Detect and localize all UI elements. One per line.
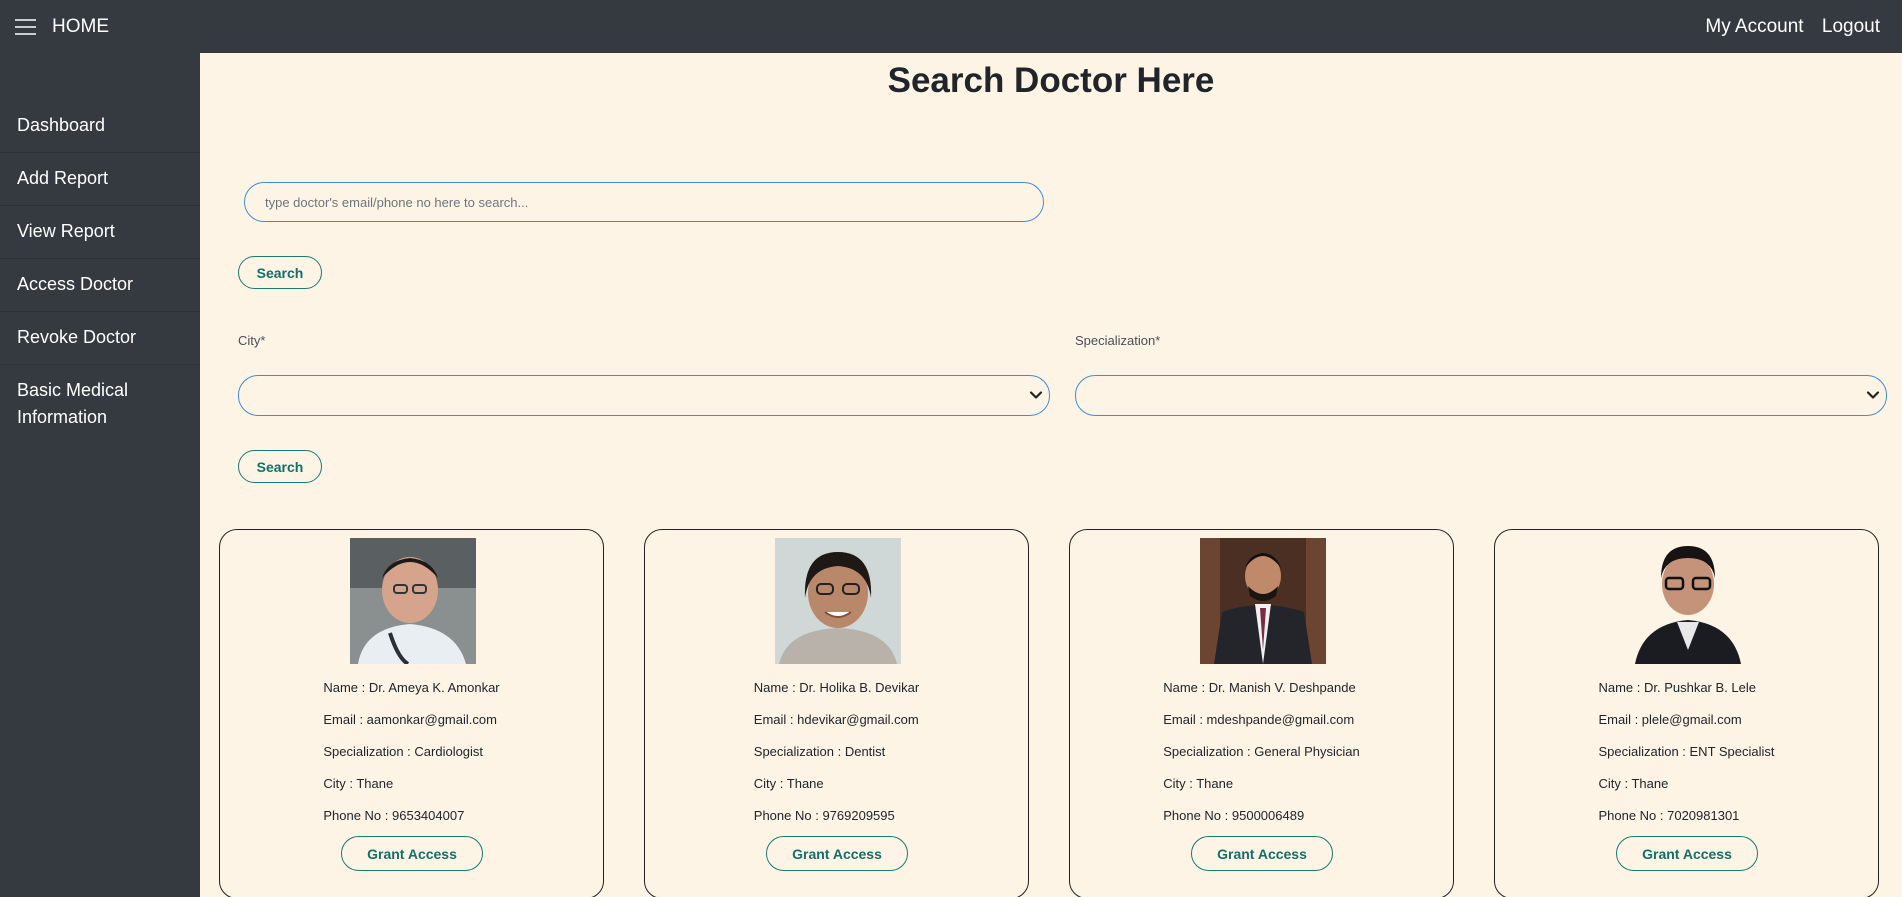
doctor-photo <box>775 538 901 664</box>
doctor-city: City : Thane <box>1163 776 1234 791</box>
doctor-email: Email : plele@gmail.com <box>1598 712 1742 727</box>
sidebar-item-basic-medical-information[interactable]: Basic Medical Information <box>0 365 200 444</box>
doctor-name: Name : Dr. Manish V. Deshpande <box>1163 680 1356 695</box>
doctor-phone: Phone No : 9653404007 <box>323 808 465 823</box>
doctor-card: Name : Dr. Pushkar B. Lele Email : plele… <box>1494 529 1879 897</box>
specialization-select[interactable] <box>1075 375 1887 416</box>
specialization-label: Specialization* <box>1075 333 1161 348</box>
doctor-search-input[interactable] <box>244 182 1044 222</box>
doctor-email: Email : mdeshpande@gmail.com <box>1163 712 1355 727</box>
doctor-card: Name : Dr. Manish V. Deshpande Email : m… <box>1069 529 1454 897</box>
chevron-down-icon <box>1866 388 1880 407</box>
doctor-name: Name : Dr. Holika B. Devikar <box>753 680 920 695</box>
main-content: Search Doctor Here Search City* Speciali… <box>200 53 1902 897</box>
sidebar-item-add-report[interactable]: Add Report <box>0 153 200 206</box>
doctor-specialization: Specialization : ENT Specialist <box>1598 744 1775 759</box>
chevron-down-icon <box>1029 388 1043 407</box>
grant-access-button[interactable]: Grant Access <box>1191 836 1333 871</box>
doctor-city: City : Thane <box>1598 776 1669 791</box>
doctor-city: City : Thane <box>323 776 394 791</box>
doctor-name: Name : Dr. Ameya K. Amonkar <box>323 680 500 695</box>
grant-access-button[interactable]: Grant Access <box>1616 836 1758 871</box>
doctor-specialization: Specialization : Dentist <box>753 744 886 759</box>
grant-access-button[interactable]: Grant Access <box>766 836 908 871</box>
doctor-photo <box>1625 538 1751 664</box>
search-button[interactable]: Search <box>238 256 322 289</box>
home-link[interactable]: HOME <box>52 16 109 38</box>
top-right-links: My Account Logout <box>1692 16 1880 38</box>
city-select[interactable] <box>238 375 1050 416</box>
sidebar-item-view-report[interactable]: View Report <box>0 206 200 259</box>
doctor-info: Name : Dr. Pushkar B. Lele Email : plele… <box>1495 679 1878 839</box>
doctor-photo <box>1200 538 1326 664</box>
doctor-info: Name : Dr. Holika B. Devikar Email : hde… <box>645 679 1028 839</box>
doctor-card: Name : Dr. Holika B. Devikar Email : hde… <box>644 529 1029 897</box>
doctor-phone: Phone No : 9500006489 <box>1163 808 1305 823</box>
logout-link[interactable]: Logout <box>1822 16 1880 37</box>
sidebar-item-dashboard[interactable]: Dashboard <box>0 100 200 153</box>
doctor-email: Email : hdevikar@gmail.com <box>753 712 919 727</box>
top-navbar: HOME My Account Logout <box>0 0 1902 53</box>
doctor-specialization: Specialization : Cardiologist <box>323 744 484 759</box>
doctor-specialization: Specialization : General Physician <box>1163 744 1360 759</box>
city-label: City* <box>238 333 266 348</box>
doctor-info: Name : Dr. Ameya K. Amonkar Email : aamo… <box>220 679 603 839</box>
sidebar-item-revoke-doctor[interactable]: Revoke Doctor <box>0 312 200 365</box>
doctor-photo <box>350 538 476 664</box>
filter-search-button[interactable]: Search <box>238 450 322 483</box>
doctor-phone: Phone No : 7020981301 <box>1598 808 1740 823</box>
doctor-city: City : Thane <box>753 776 824 791</box>
sidebar-menu: Dashboard Add Report View Report Access … <box>0 100 200 444</box>
hamburger-menu-icon[interactable] <box>15 19 36 35</box>
doctor-email: Email : aamonkar@gmail.com <box>323 712 497 727</box>
doctor-info: Name : Dr. Manish V. Deshpande Email : m… <box>1070 679 1453 839</box>
doctor-phone: Phone No : 9769209595 <box>753 808 895 823</box>
grant-access-button[interactable]: Grant Access <box>341 836 483 871</box>
sidebar-item-access-doctor[interactable]: Access Doctor <box>0 259 200 312</box>
page-title: Search Doctor Here <box>887 61 1215 100</box>
doctor-name: Name : Dr. Pushkar B. Lele <box>1598 680 1756 695</box>
doctor-card: Name : Dr. Ameya K. Amonkar Email : aamo… <box>219 529 604 897</box>
my-account-link[interactable]: My Account <box>1705 16 1803 37</box>
sidebar: Dashboard Add Report View Report Access … <box>0 53 200 897</box>
